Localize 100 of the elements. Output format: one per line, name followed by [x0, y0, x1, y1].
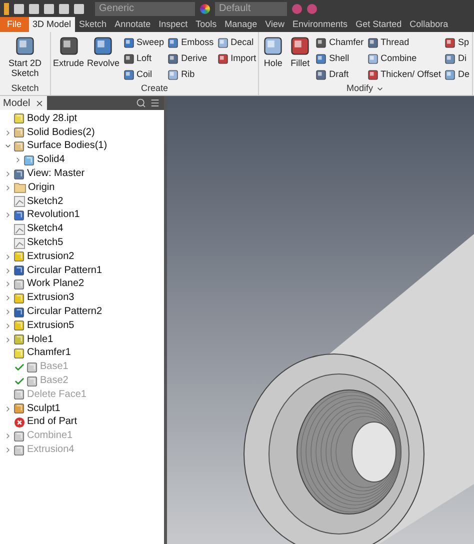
feature-icon — [14, 140, 25, 152]
tool-icon — [315, 68, 328, 80]
feature-icon — [14, 334, 25, 346]
tool-icon — [444, 36, 456, 48]
tool-icon — [444, 68, 456, 80]
tree-row[interactable]: Chamfer1 — [0, 346, 164, 360]
tree-row[interactable]: Extrusion2 — [0, 250, 164, 264]
tree-row[interactable]: Solid4 — [0, 153, 164, 168]
ribbon-tab[interactable]: Get Started — [352, 17, 406, 32]
feature-icon — [14, 348, 25, 359]
ribbon-small-button[interactable]: Import — [216, 51, 256, 66]
tree-item-label: Extrusion4 — [27, 444, 74, 456]
tree-row[interactable]: Sketch5 — [0, 236, 164, 250]
ribbon-small-button[interactable]: Emboss — [167, 35, 214, 50]
ribbon-large-button[interactable]: Extrude — [53, 35, 84, 68]
ribbon-small-button[interactable]: Loft — [122, 51, 164, 66]
tree-row[interactable]: End of Part — [0, 416, 164, 430]
tool-icon — [167, 52, 180, 64]
tree-row[interactable]: Origin — [0, 180, 164, 195]
tree-row[interactable]: Circular Pattern2 — [0, 305, 164, 319]
ribbon-small-button[interactable]: Sp — [444, 35, 470, 50]
menu-icon[interactable] — [150, 98, 160, 108]
ribbon-small-button[interactable]: De — [444, 67, 470, 82]
ribbon-small-button[interactable]: Coil — [122, 67, 164, 82]
ribbon-large-button[interactable]: Revolve — [87, 35, 120, 68]
tree-row[interactable]: Extrusion5 — [0, 318, 164, 333]
tree-item-label: Extrusion2 — [27, 250, 74, 263]
tree-item-label: Solid Bodies(2) — [27, 126, 95, 139]
tree-row[interactable]: Circular Pattern1 — [0, 264, 164, 278]
ribbon-group-label[interactable]: Modify — [346, 83, 384, 94]
tree-item-label: Base1 — [40, 361, 68, 374]
tool-icon — [262, 35, 284, 57]
ribbon-tab[interactable]: Environments — [288, 17, 352, 32]
tree-item-label: Work Plane2 — [27, 278, 84, 290]
tree-row[interactable]: Sculpt1 — [0, 402, 164, 416]
sketch-icon — [14, 238, 25, 249]
tree-item-label: Combine1 — [27, 430, 73, 442]
tree-row[interactable]: Body 28.ipt — [0, 112, 164, 126]
check-icon — [14, 362, 25, 373]
tree-item-label: Extrusion5 — [27, 320, 74, 332]
tree-row[interactable]: Sketch2 — [0, 194, 164, 209]
ribbon-small-button[interactable]: Combine — [366, 51, 441, 66]
tool-icon — [366, 52, 379, 64]
tool-icon — [167, 68, 180, 80]
ribbon-tab[interactable]: Annotate — [110, 17, 155, 32]
tree-item-label: Circular Pattern2 — [27, 306, 102, 318]
tool-icon — [14, 35, 36, 57]
tree-item-label: Extrusion3 — [27, 292, 74, 304]
sketch-icon — [14, 224, 25, 235]
ribbon-small-button[interactable]: Draft — [315, 67, 364, 82]
close-icon[interactable] — [35, 98, 44, 108]
tree-item-label: View: Master — [27, 168, 85, 180]
ribbon-tab[interactable]: Collabora — [406, 17, 452, 32]
ribbon-large-button[interactable]: Fillet — [288, 35, 312, 68]
tree-row[interactable]: Surface Bodies(1) — [0, 140, 164, 154]
ribbon-small-button[interactable]: Di — [444, 51, 470, 66]
ribbon-tab[interactable]: Tools — [192, 17, 221, 32]
tree-item-label: Sketch4 — [27, 223, 64, 236]
tool-icon — [58, 35, 80, 57]
ribbon-tab[interactable]: 3D Model — [28, 17, 76, 32]
feature-icon — [14, 403, 25, 414]
feature-icon — [27, 376, 38, 387]
ribbon-small-button[interactable]: Decal — [216, 35, 256, 50]
ribbon-small-button[interactable]: Rib — [167, 67, 214, 82]
tool-icon — [444, 52, 456, 64]
ribbon-small-button[interactable]: Sweep — [122, 35, 164, 50]
feature-icon — [14, 251, 25, 262]
folder-icon — [14, 182, 26, 194]
ribbon-small-button[interactable]: Thread — [366, 35, 441, 50]
tree-row[interactable]: Hole1 — [0, 332, 164, 347]
tree-item-label: Base2 — [40, 375, 68, 388]
feature-icon — [14, 278, 25, 290]
tree-row[interactable]: Work Plane2 — [0, 278, 164, 292]
tree-row[interactable]: Extrusion3 — [0, 291, 164, 306]
tree-row[interactable]: Sketch4 — [0, 222, 164, 236]
ribbon-small-button[interactable]: Chamfer — [315, 35, 364, 50]
tree-item-label: End of Part — [27, 416, 78, 428]
tree-row[interactable]: View: Master — [0, 167, 164, 181]
feature-icon — [24, 154, 35, 166]
tool-icon — [289, 35, 312, 57]
ribbon-small-button[interactable]: Shell — [315, 51, 364, 66]
ribbon-group-label[interactable]: Create — [141, 83, 168, 94]
color-wheel-icon[interactable] — [200, 4, 210, 14]
ribbon-large-button[interactable]: Start 2D Sketch — [2, 35, 48, 78]
ribbon-tab[interactable]: Manage — [220, 17, 262, 32]
ribbon-small-button[interactable]: Derive — [167, 51, 214, 66]
search-icon[interactable] — [136, 98, 146, 108]
ribbon-tab[interactable]: Inspect — [154, 17, 192, 32]
ribbon-tab[interactable]: Sketch — [75, 17, 111, 32]
tree-item-label: Sketch5 — [27, 237, 64, 250]
feature-icon — [14, 265, 25, 276]
tree-item-label: Circular Pattern1 — [27, 264, 102, 277]
tree-row[interactable]: Solid Bodies(2) — [0, 126, 164, 140]
ribbon-tab[interactable]: View — [261, 17, 289, 32]
ribbon-small-button[interactable]: Thicken/ Offset — [366, 67, 441, 82]
ribbon-large-button[interactable]: Hole — [261, 35, 286, 68]
feature-icon — [14, 168, 25, 180]
tool-icon — [315, 36, 328, 48]
ribbon-group-label[interactable]: Sketch — [11, 83, 39, 94]
tree-row[interactable]: Revolution1 — [0, 208, 164, 222]
